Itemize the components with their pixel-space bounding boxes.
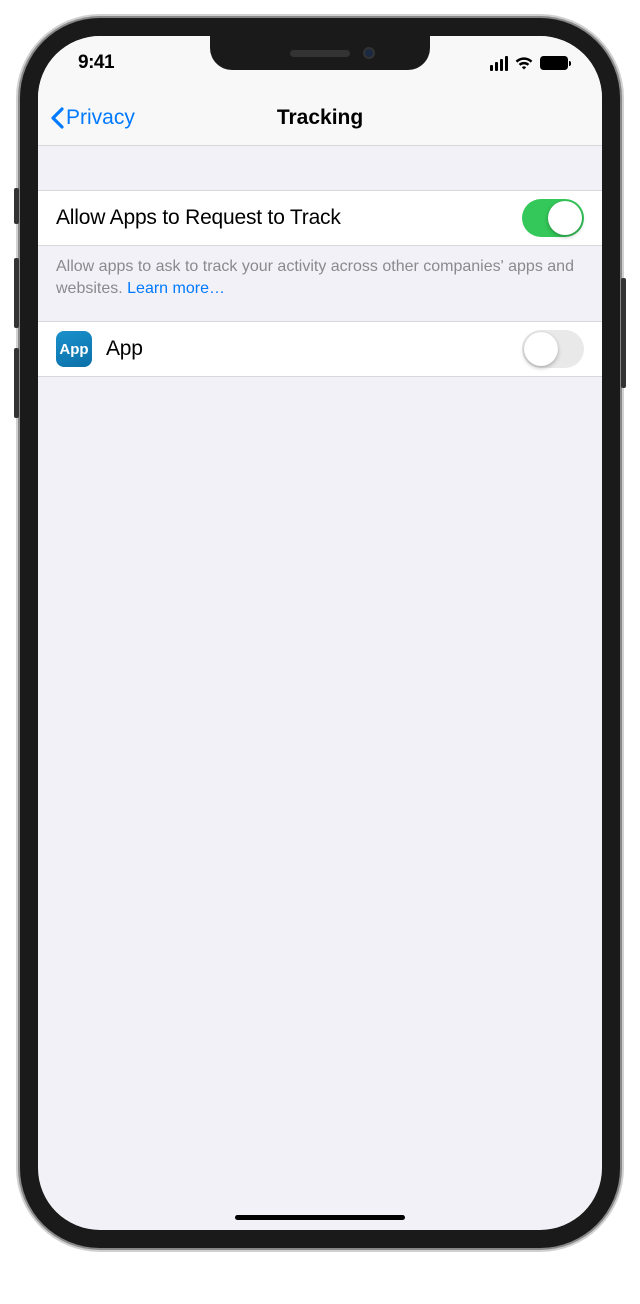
app-icon: App xyxy=(56,331,92,367)
footer-description: Allow apps to ask to track your activity… xyxy=(38,246,602,321)
cellular-signal-icon xyxy=(490,56,509,71)
toggle-knob xyxy=(524,332,558,366)
app-list: App App xyxy=(38,321,602,377)
speaker-grille xyxy=(290,50,350,57)
allow-tracking-row: Allow Apps to Request to Track xyxy=(38,190,602,246)
screen: 9:41 Privacy Tracking xyxy=(38,36,602,1230)
app-row: App App xyxy=(38,321,602,377)
phone-frame: 9:41 Privacy Tracking xyxy=(20,18,620,1248)
volume-down-button xyxy=(14,348,19,418)
chevron-left-icon xyxy=(50,107,64,129)
page-title: Tracking xyxy=(277,106,363,130)
learn-more-link[interactable]: Learn more… xyxy=(127,280,225,297)
status-indicators xyxy=(490,56,569,71)
nav-bar: Privacy Tracking xyxy=(38,90,602,146)
allow-tracking-toggle[interactable] xyxy=(522,199,584,237)
toggle-knob xyxy=(548,201,582,235)
battery-icon xyxy=(540,56,568,70)
front-camera xyxy=(363,47,375,59)
power-button xyxy=(621,278,626,388)
app-name: App xyxy=(106,337,522,361)
wifi-icon xyxy=(514,56,534,71)
volume-up-button xyxy=(14,258,19,328)
allow-tracking-label: Allow Apps to Request to Track xyxy=(56,206,522,230)
settings-group-main: Allow Apps to Request to Track Allow app… xyxy=(38,190,602,321)
status-time: 9:41 xyxy=(78,52,114,74)
back-button[interactable]: Privacy xyxy=(50,106,135,130)
notch xyxy=(210,36,430,70)
app-tracking-toggle[interactable] xyxy=(522,330,584,368)
back-label: Privacy xyxy=(66,106,135,130)
home-indicator[interactable] xyxy=(235,1215,405,1220)
silence-switch xyxy=(14,188,19,224)
